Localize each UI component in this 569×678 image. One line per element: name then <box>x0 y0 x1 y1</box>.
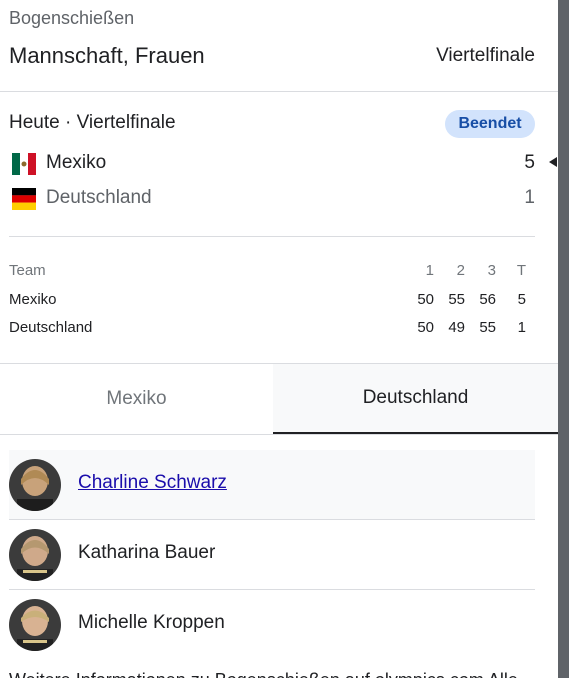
player-row-katharina-bauer[interactable]: Katharina Bauer <box>9 520 535 589</box>
more-info-text[interactable]: Weitere Informationen zu Bogenschießen a… <box>9 670 518 678</box>
table-header-set1: 1 <box>425 262 434 279</box>
player-name: Michelle Kroppen <box>78 612 225 633</box>
table-cell-set2: 55 <box>448 291 465 308</box>
table-header-team: Team <box>9 262 46 279</box>
player-row-michelle-kroppen[interactable]: Michelle Kroppen <box>9 590 535 659</box>
scrollbar[interactable] <box>558 0 569 678</box>
table-cell-set2: 49 <box>448 319 465 336</box>
team-score-germany: 1 <box>524 187 535 208</box>
table-header-total: T <box>516 262 526 279</box>
stage-label: Viertelfinale <box>436 45 535 66</box>
match-date-stage: Heute · Viertelfinale <box>9 112 176 133</box>
table-header-set2: 2 <box>456 262 465 279</box>
table-cell-set3: 56 <box>479 291 496 308</box>
sport-title: Bogenschießen <box>9 8 135 28</box>
table-cell-total: 1 <box>517 319 526 336</box>
tab-germany[interactable]: Deutschland <box>273 364 558 434</box>
mexico-flag-icon <box>12 153 36 175</box>
team-tabs: Mexiko Deutschland <box>0 363 558 435</box>
player-name: Katharina Bauer <box>78 542 216 563</box>
table-cell-set1: 50 <box>417 291 434 308</box>
table-header-set3: 3 <box>487 262 496 279</box>
winner-indicator-icon <box>549 157 557 167</box>
match-divider <box>9 236 535 237</box>
table-row-team: Deutschland <box>9 319 93 336</box>
header-divider <box>0 91 558 92</box>
sports-card: Bogenschießen Mannschaft, Frauen Viertel… <box>0 0 558 678</box>
tab-mexico[interactable]: Mexiko <box>0 364 273 434</box>
table-cell-set1: 50 <box>417 319 434 336</box>
germany-flag-icon <box>12 188 36 210</box>
team-name-germany: Deutschland <box>46 187 152 208</box>
avatar <box>9 459 61 511</box>
table-cell-set3: 55 <box>479 319 496 336</box>
table-cell-total: 5 <box>517 291 526 308</box>
team-name-mexico: Mexiko <box>46 152 107 173</box>
status-badge: Beendet <box>445 110 535 138</box>
team-score-mexico: 5 <box>524 152 535 173</box>
event-title: Mannschaft, Frauen <box>9 43 205 68</box>
player-row-charline-schwarz[interactable]: Charline Schwarz <box>9 450 535 519</box>
avatar <box>9 529 61 581</box>
player-name-link[interactable]: Charline Schwarz <box>78 472 227 494</box>
table-row-team: Mexiko <box>9 291 57 308</box>
avatar <box>9 599 61 651</box>
